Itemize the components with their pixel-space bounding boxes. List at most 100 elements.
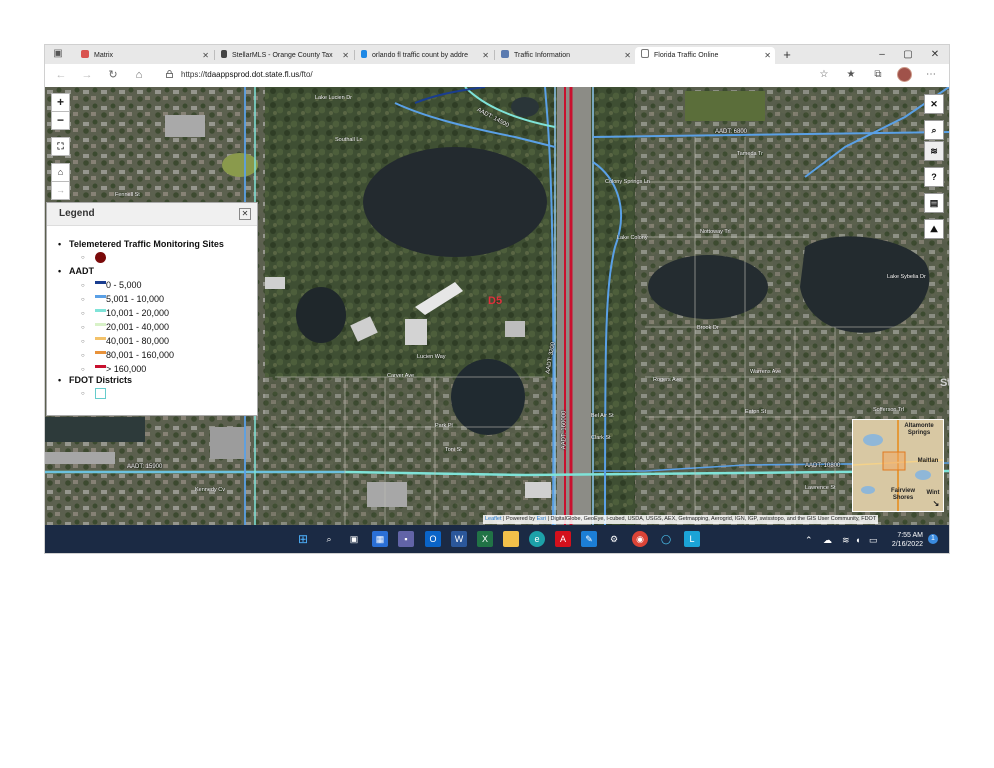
tab-traffic-information[interactable]: Traffic Information ✕ xyxy=(495,47,635,64)
notification-badge[interactable]: 1 xyxy=(928,534,938,544)
edge-icon[interactable]: e xyxy=(529,531,545,547)
legend-sites-label: Telemetered Traffic Monitoring Sites xyxy=(58,239,224,249)
fullscreen-icon[interactable]: ⛶ xyxy=(51,137,70,156)
place-label: Toni St xyxy=(445,447,462,453)
more-menu-icon[interactable]: ⋯ xyxy=(924,68,938,82)
road-aadt-label: AADT: 15900 xyxy=(127,464,163,470)
range-swatch xyxy=(95,365,106,368)
settings-gear-icon[interactable]: ⚙ xyxy=(606,531,622,547)
legend-range-item: 80,001 - 160,000 xyxy=(81,350,174,362)
esri-link[interactable]: Esri xyxy=(537,516,546,522)
paint-icon[interactable]: ✎ xyxy=(581,531,597,547)
url-field[interactable]: https://tdaappsprod.dot.state.fl.us/fto/ xyxy=(181,69,313,81)
collections-icon[interactable]: ⧉ xyxy=(871,68,885,82)
range-swatch xyxy=(95,351,106,354)
teams-icon[interactable]: ▪ xyxy=(398,531,414,547)
tab-bing-search[interactable]: orlando fl traffic count by addre ✕ xyxy=(355,47,493,64)
place-label: Lawrence St xyxy=(805,485,836,491)
legend-range-item: 0 - 5,000 xyxy=(81,280,142,292)
chrome-icon[interactable]: ◉ xyxy=(632,531,648,547)
chevron-up-icon[interactable]: ⌃ xyxy=(805,535,813,546)
legend-aadt-label: AADT xyxy=(58,266,94,276)
place-label: Carver Ave xyxy=(387,373,415,379)
legend-range-item: 5,001 - 10,000 xyxy=(81,294,164,306)
refresh-icon[interactable]: ↻ xyxy=(105,68,121,82)
legend-range-item: 40,001 - 80,000 xyxy=(81,336,169,348)
widgets-icon[interactable]: ▦ xyxy=(372,531,388,547)
search-icon[interactable]: ⌕ xyxy=(924,120,944,140)
wifi-icon[interactable]: ≋ xyxy=(842,535,850,546)
close-icon[interactable]: ✕ xyxy=(624,47,631,64)
new-tab-icon[interactable]: + xyxy=(776,47,798,62)
search-icon[interactable]: ⌕ xyxy=(321,531,337,547)
close-tools-icon[interactable]: ✕ xyxy=(924,94,944,114)
cortana-icon[interactable]: ◯ xyxy=(658,531,674,547)
profile-avatar[interactable] xyxy=(898,68,911,81)
monitoring-site-icon xyxy=(95,252,106,263)
tab-label: Florida Traffic Online xyxy=(654,52,719,59)
place-label: Colony Springs Ln xyxy=(605,179,650,185)
taskbar-clock[interactable]: 7:55 AM 2/16/2022 xyxy=(889,531,923,549)
attribution-text: | DigitalGlobe, GeoEye, i-cubed, USDA, U… xyxy=(546,516,877,522)
task-view-icon[interactable]: ▣ xyxy=(346,531,362,547)
place-label: Tameda Tr xyxy=(737,151,763,157)
tab-bar: ▣ Matrix ✕ StellarMLS - Orange County Ta… xyxy=(45,45,949,64)
place-label: Eaton St xyxy=(745,409,767,415)
zoom-out-button[interactable]: − xyxy=(51,111,70,130)
attribution-text: | Powered by xyxy=(501,516,537,522)
next-extent-icon[interactable]: → xyxy=(51,181,70,200)
battery-icon[interactable]: ▭ xyxy=(869,535,878,546)
file-explorer-icon[interactable] xyxy=(503,531,519,547)
document-icon[interactable]: ▤ xyxy=(924,193,944,213)
range-swatch xyxy=(95,323,106,326)
zoom-in-button[interactable]: + xyxy=(51,93,70,112)
watermark: StellarMLS xyxy=(940,377,949,389)
map-icon[interactable]: ⛰ xyxy=(924,219,944,239)
tab-actions-icon[interactable]: ▣ xyxy=(51,47,65,61)
tab-label: StellarMLS - Orange County Tax xyxy=(232,52,333,59)
excel-icon[interactable]: X xyxy=(477,531,493,547)
word-icon[interactable]: W xyxy=(451,531,467,547)
close-window-icon[interactable]: ✕ xyxy=(924,47,946,62)
range-label: 0 - 5,000 xyxy=(106,280,142,290)
close-icon[interactable]: ✕ xyxy=(482,47,489,64)
forward-arrow-icon[interactable]: → xyxy=(79,68,95,82)
tab-stellarmls[interactable]: StellarMLS - Orange County Tax ✕ xyxy=(215,47,353,64)
range-label: 20,001 - 40,000 xyxy=(106,322,170,332)
outlook-icon[interactable]: O xyxy=(425,531,441,547)
back-arrow-icon[interactable]: ← xyxy=(53,68,69,82)
map-attribution: Leaflet | Powered by Esri | DigitalGlobe… xyxy=(483,515,879,524)
layers-icon[interactable]: ≋ xyxy=(924,141,944,161)
volume-icon[interactable]: ◖ xyxy=(855,535,860,545)
start-icon[interactable]: ⊞ xyxy=(295,531,311,547)
overview-map[interactable]: Altamonte Springs Maitlan Fairview Shore… xyxy=(852,419,944,512)
favorite-star-icon[interactable]: ☆ xyxy=(817,68,831,82)
range-swatch xyxy=(95,309,106,312)
help-icon[interactable]: ? xyxy=(924,167,944,187)
range-swatch xyxy=(95,281,106,284)
cloud-icon[interactable]: ☁ xyxy=(823,535,832,546)
tab-label: Matrix xyxy=(94,52,114,59)
home-icon[interactable]: ⌂ xyxy=(131,68,147,82)
home-extent-icon[interactable]: ⌂ xyxy=(51,163,70,182)
favorites-icon[interactable]: ★ xyxy=(844,68,858,82)
address-bar: ← → ↻ ⌂ https://tdaappsprod.dot.state.fl… xyxy=(45,64,949,88)
place-label: Rogers Ave xyxy=(653,377,682,383)
legend-range-item: 20,001 - 40,000 xyxy=(81,322,170,334)
tab-florida-traffic-online[interactable]: Florida Traffic Online ✕ xyxy=(635,47,775,64)
close-icon[interactable]: ✕ xyxy=(764,47,771,64)
maximize-icon[interactable]: ▢ xyxy=(897,47,919,62)
traffic-favicon-icon xyxy=(501,50,509,58)
place-label: Warrens Ave xyxy=(750,369,782,375)
close-icon[interactable]: ✕ xyxy=(239,208,251,220)
acrobat-icon[interactable]: A xyxy=(555,531,571,547)
place-label: Nottoway Trl xyxy=(700,229,731,235)
tab-matrix[interactable]: Matrix ✕ xyxy=(75,47,213,64)
app-l-icon[interactable]: L xyxy=(684,531,700,547)
collapse-arrow-icon[interactable]: ↘ xyxy=(931,500,941,508)
satellite-map[interactable]: D5 Lake Lucien Dr Southall Ln Fennell St… xyxy=(45,87,949,525)
close-icon[interactable]: ✕ xyxy=(342,47,349,64)
leaflet-link[interactable]: Leaflet xyxy=(485,516,502,522)
close-icon[interactable]: ✕ xyxy=(202,47,209,64)
minimize-icon[interactable]: – xyxy=(871,47,893,62)
